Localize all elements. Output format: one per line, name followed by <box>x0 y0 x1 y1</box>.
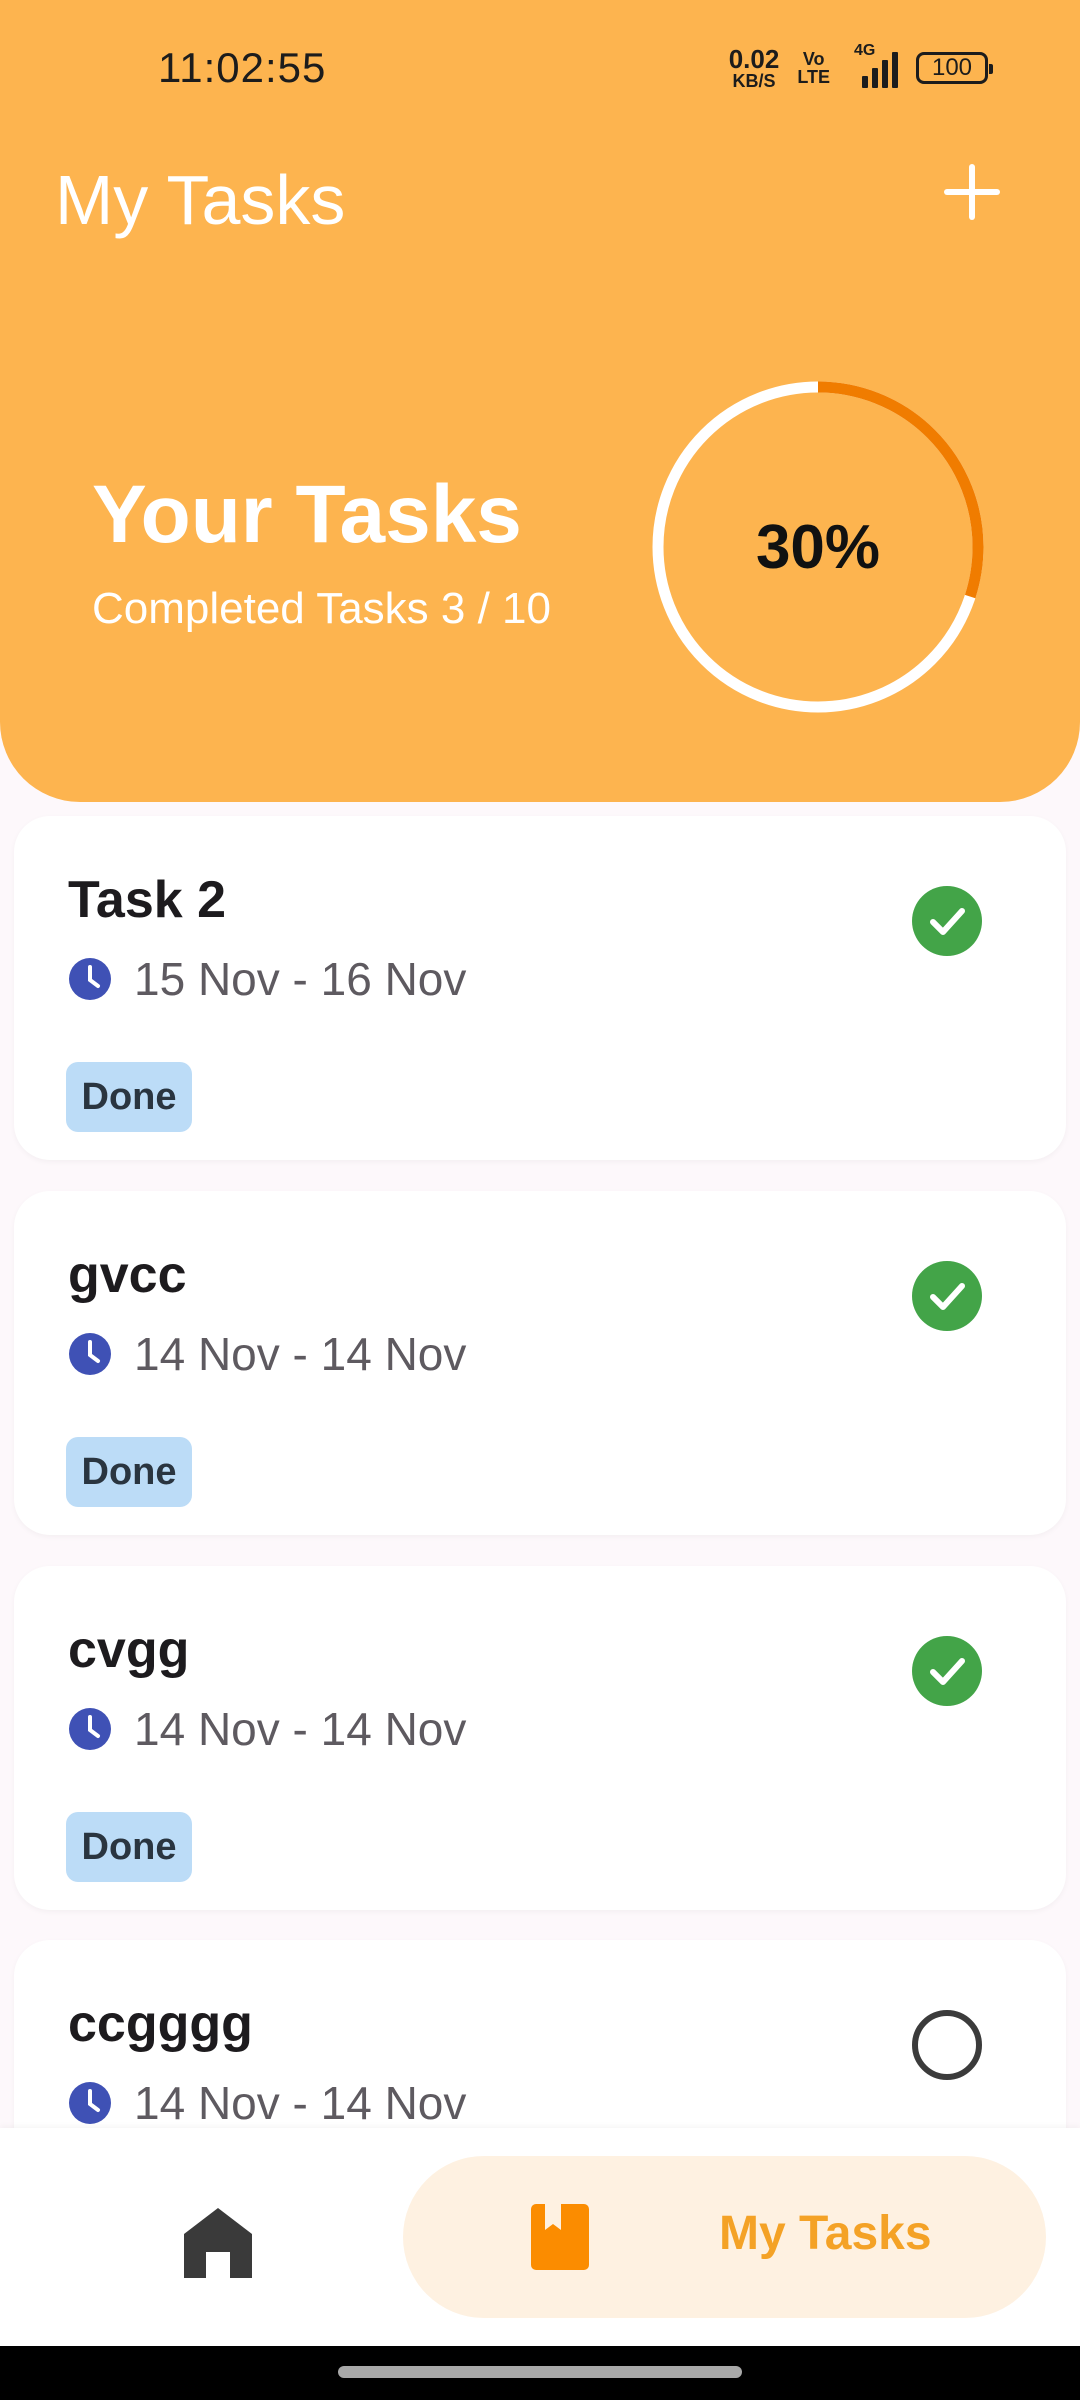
summary-title: Your Tasks <box>92 469 522 560</box>
home-icon[interactable] <box>178 2202 258 2282</box>
network-speed: 0.02 KB/S <box>729 46 780 90</box>
bookmark-book-icon <box>531 2204 589 2270</box>
signal-bar <box>862 76 868 88</box>
task-complete-toggle[interactable] <box>912 1636 982 1706</box>
task-complete-toggle[interactable] <box>912 1261 982 1331</box>
add-task-button[interactable] <box>940 160 1004 224</box>
gesture-handle[interactable] <box>338 2366 742 2378</box>
status-time: 11:02:55 <box>158 44 327 91</box>
progress-percent: 30% <box>755 512 881 582</box>
task-title: Task 2 <box>68 871 227 929</box>
status-badge: Done <box>66 1812 192 1882</box>
nav-label-my-tasks: My Tasks <box>719 2207 932 2260</box>
status-bar: 11:02:55 0.02 KB/S Vo LTE 4G 100 <box>0 0 1080 130</box>
volte-icon: Vo LTE <box>797 50 830 86</box>
status-icons: 0.02 KB/S Vo LTE 4G 100 <box>729 40 993 96</box>
volte-bottom: LTE <box>797 67 830 87</box>
task-title: gvcc <box>68 1246 187 1304</box>
task-dates: 15 Nov - 16 Nov <box>134 953 467 1005</box>
check-icon <box>930 1283 965 1310</box>
status-badge: Done <box>66 1437 192 1507</box>
clock-icon <box>69 1708 111 1750</box>
task-title: cvgg <box>68 1621 190 1679</box>
volte-top: Vo <box>802 49 825 69</box>
task-complete-toggle[interactable] <box>912 886 982 956</box>
battery-icon: 100 <box>916 52 993 84</box>
signal-bar <box>892 52 898 88</box>
clock-icon <box>69 958 111 1000</box>
signal-icon: 4G <box>848 42 898 88</box>
signal-bar <box>882 60 888 88</box>
task-date-row: 14 Nov - 14 Nov <box>68 1327 466 1381</box>
battery-level: 100 <box>931 54 973 81</box>
check-icon <box>930 1658 965 1685</box>
signal-bar <box>872 68 878 88</box>
task-complete-toggle[interactable] <box>912 2010 982 2080</box>
task-date-row: 14 Nov - 14 Nov <box>68 1702 466 1756</box>
page-title: My Tasks <box>55 161 346 239</box>
network-speed-unit: KB/S <box>732 71 776 91</box>
task-card[interactable]: cvgg 14 Nov - 14 Nov Done <box>14 1566 1066 1910</box>
task-card[interactable]: gvcc 14 Nov - 14 Nov Done <box>14 1191 1066 1535</box>
status-badge: Done <box>66 1062 192 1132</box>
task-dates: 14 Nov - 14 Nov <box>134 1703 467 1755</box>
task-card[interactable]: Task 2 15 Nov - 16 Nov Done <box>14 816 1066 1160</box>
clock-icon <box>69 1333 111 1375</box>
clock-icon <box>69 2082 111 2124</box>
bottom-nav: My Tasks <box>0 2128 1080 2346</box>
check-icon <box>930 908 965 935</box>
summary-subtitle: Completed Tasks 3 / 10 <box>92 584 551 633</box>
network-type: 4G <box>854 42 876 59</box>
task-dates: 14 Nov - 14 Nov <box>134 1328 467 1380</box>
screen: 11:02:55 0.02 KB/S Vo LTE 4G 100 My Task… <box>0 0 1080 2400</box>
task-date-row: 14 Nov - 14 Nov <box>68 2076 466 2130</box>
nav-item-my-tasks[interactable]: My Tasks <box>403 2156 1046 2318</box>
task-title: ccgggg <box>68 1995 253 2053</box>
gesture-bar <box>0 2346 1080 2400</box>
network-speed-value: 0.02 <box>728 44 780 74</box>
task-dates: 14 Nov - 14 Nov <box>134 2077 467 2129</box>
task-date-row: 15 Nov - 16 Nov <box>68 952 466 1006</box>
header: 11:02:55 0.02 KB/S Vo LTE 4G 100 My Task… <box>0 0 1080 802</box>
